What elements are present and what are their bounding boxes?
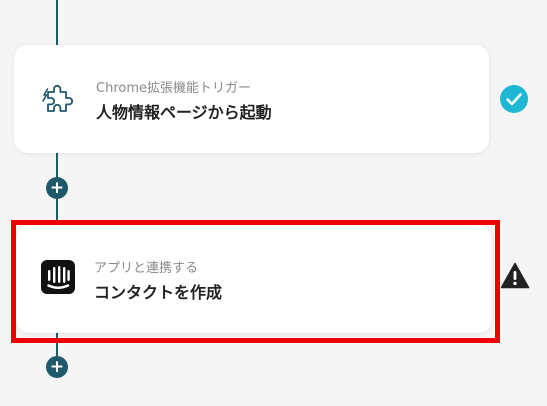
add-step-button[interactable]: + bbox=[46, 177, 68, 199]
step-app-label: アプリと連携する bbox=[94, 261, 199, 276]
intercom-icon bbox=[40, 259, 76, 295]
trigger-step-card[interactable]: Chrome拡張機能トリガー 人物情報ページから起動 bbox=[14, 45, 489, 153]
action-step-card[interactable]: アプリと連携する コンタクトを作成 bbox=[16, 225, 492, 333]
step-title: 人物情報ページから起動 bbox=[96, 103, 272, 122]
step-app-label: Chrome拡張機能トリガー bbox=[96, 81, 251, 96]
check-circle-icon bbox=[499, 84, 529, 114]
step-title: コンタクトを作成 bbox=[94, 283, 223, 302]
warning-triangle-icon bbox=[500, 261, 530, 291]
connector-line-top bbox=[56, 0, 58, 45]
puzzle-icon bbox=[40, 81, 76, 117]
add-step-button[interactable]: + bbox=[46, 356, 68, 378]
